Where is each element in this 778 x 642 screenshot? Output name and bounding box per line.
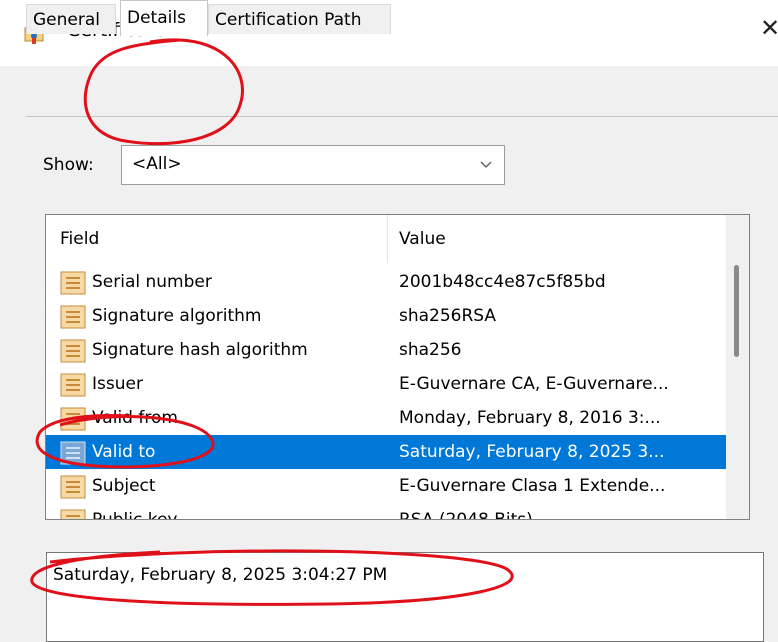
row-field-name: Valid from xyxy=(92,408,178,428)
tab-general[interactable]: General xyxy=(26,4,116,34)
row-field-value: sha256RSA xyxy=(399,306,497,326)
row-field-value: RSA (2048 Bits) xyxy=(399,510,533,520)
row-field-name: Signature hash algorithm xyxy=(92,340,308,360)
vertical-scrollbar[interactable] xyxy=(726,215,749,519)
scrollbar-thumb[interactable] xyxy=(734,265,739,357)
column-header-field[interactable]: Field xyxy=(60,229,99,249)
field-icon xyxy=(60,305,86,329)
row-field-value: E-Guvernare CA, E-Guvernare... xyxy=(399,374,669,394)
tab-panel-border xyxy=(26,116,778,117)
row-field-name: Subject xyxy=(92,476,156,496)
tab-label: Certification Path xyxy=(215,10,362,30)
field-icon xyxy=(60,441,86,465)
field-icon xyxy=(60,407,86,431)
list-row[interactable]: Issuer E-Guvernare CA, E-Guvernare... xyxy=(46,367,726,401)
list-row[interactable]: Signature algorithm sha256RSA xyxy=(46,299,726,333)
row-field-name: Serial number xyxy=(92,272,212,292)
show-select[interactable]: <All> xyxy=(121,145,505,185)
field-icon xyxy=(60,373,86,397)
row-field-value: Monday, February 8, 2016 3:... xyxy=(399,408,661,428)
list-row[interactable]: Subject E-Guvernare Clasa 1 Extende... xyxy=(46,469,726,503)
show-label: Show: xyxy=(43,155,94,175)
row-field-name: Valid to xyxy=(92,442,156,462)
row-field-value: sha256 xyxy=(399,340,462,360)
field-list[interactable]: Field Value Serial number 2001b48cc4e87c5… xyxy=(45,214,750,520)
tab-details[interactable]: Details xyxy=(120,0,208,36)
field-icon xyxy=(60,271,86,295)
row-field-name: Public key xyxy=(92,510,178,520)
list-row[interactable]: Serial number 2001b48cc4e87c5f85bd xyxy=(46,265,726,299)
column-divider[interactable] xyxy=(387,215,388,263)
show-select-value: <All> xyxy=(132,154,182,174)
tab-label: General xyxy=(33,10,100,30)
field-icon xyxy=(60,339,86,363)
column-header-value[interactable]: Value xyxy=(399,229,446,249)
list-header: Field Value xyxy=(46,215,724,265)
list-row[interactable]: Valid to Saturday, February 8, 2025 3... xyxy=(46,435,726,469)
field-icon xyxy=(60,509,86,519)
chevron-down-icon xyxy=(480,161,492,168)
value-detail-box[interactable]: Saturday, February 8, 2025 3:04:27 PM xyxy=(46,552,764,642)
close-icon[interactable]: ✕ xyxy=(760,14,778,42)
list-row[interactable]: Public key RSA (2048 Bits) xyxy=(46,503,726,520)
list-row[interactable]: Valid from Monday, February 8, 2016 3:... xyxy=(46,401,726,435)
value-detail-text: Saturday, February 8, 2025 3:04:27 PM xyxy=(53,565,388,585)
row-field-name: Issuer xyxy=(92,374,143,394)
field-icon xyxy=(60,475,86,499)
row-field-value: Saturday, February 8, 2025 3... xyxy=(399,442,665,462)
tab-certification-path[interactable]: Certification Path xyxy=(208,4,391,34)
row-field-name: Signature algorithm xyxy=(92,306,262,326)
tab-label: Details xyxy=(127,8,186,28)
row-field-value: 2001b48cc4e87c5f85bd xyxy=(399,272,606,292)
list-row[interactable]: Signature hash algorithm sha256 xyxy=(46,333,726,367)
row-field-value: E-Guvernare Clasa 1 Extende... xyxy=(399,476,666,496)
